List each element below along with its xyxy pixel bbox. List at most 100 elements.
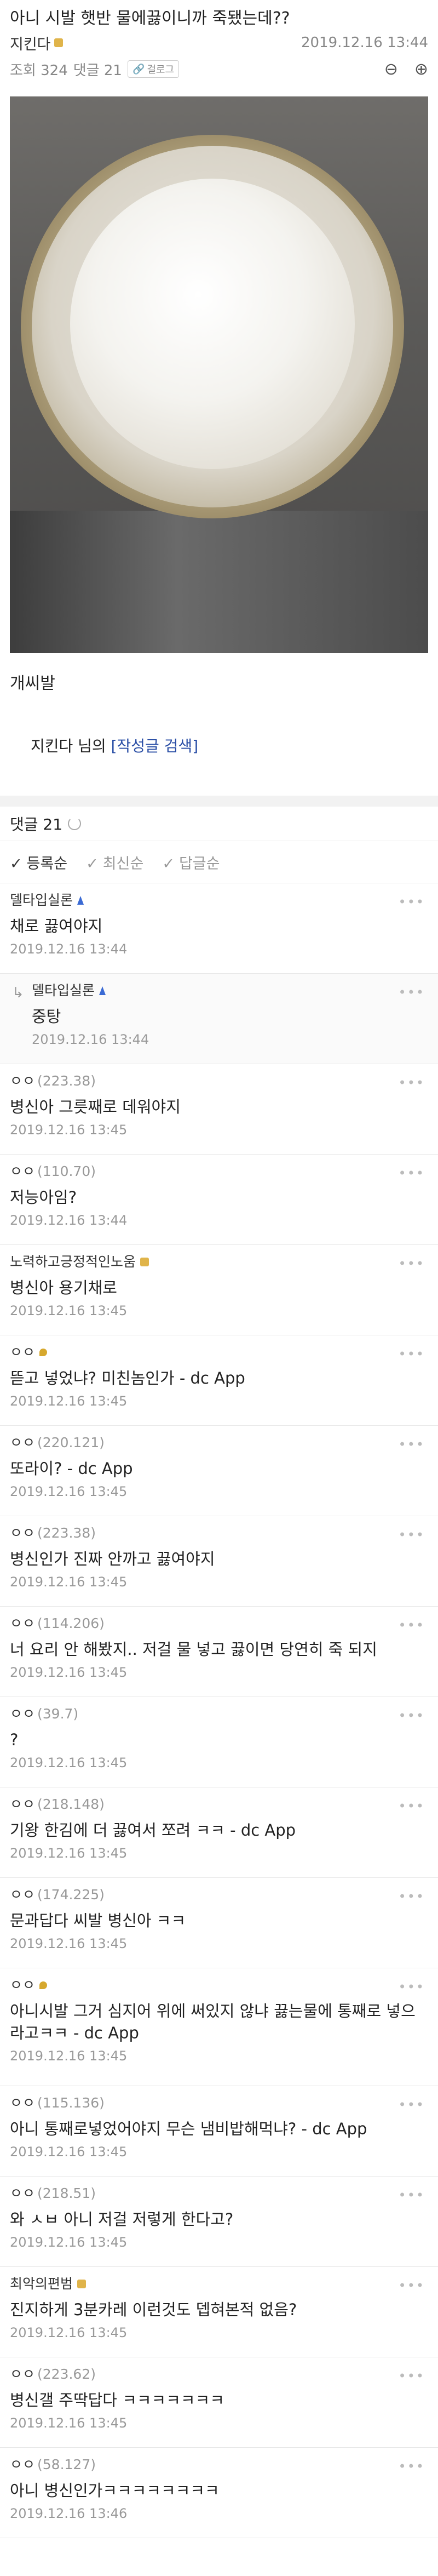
more-icon[interactable]: ••• <box>399 1979 425 1995</box>
divider <box>0 796 438 807</box>
comment-author[interactable]: 델타입실론 <box>10 883 428 910</box>
comment-item: 최악의편범 진지하게 3분카레 이런것도 뎁혀본적 없음? 2019.12.16… <box>0 2267 438 2357</box>
comment-header: 댓글 21 <box>0 807 438 841</box>
sort-newest-label: 최신순 <box>102 855 144 872</box>
comment-text: 아니 병신인가ㅋㅋㅋㅋㅋㅋㅋㅋ <box>10 2481 220 2500</box>
more-icon[interactable]: ••• <box>399 894 425 910</box>
user-badge-icon <box>99 986 106 995</box>
more-icon[interactable]: ••• <box>399 2097 425 2112</box>
comment-author[interactable]: ㅇㅇ (223.38) <box>10 1516 428 1543</box>
comment-author-name[interactable]: ㅇㅇ <box>10 2365 35 2384</box>
comment-author[interactable]: 최악의편범 <box>10 2267 428 2293</box>
comment-item: 델타입실론 채로 끓여야지 2019.12.16 13:44 ••• <box>0 883 438 974</box>
user-badge-icon <box>39 1349 48 1356</box>
comment-author[interactable]: ㅇㅇ (114.206) <box>10 1607 428 1633</box>
comment-author[interactable]: ㅇㅇ <box>10 1335 428 1362</box>
comment-author-ip: (218.51) <box>37 2185 96 2201</box>
comment-time: 2019.12.16 13:46 <box>10 2506 128 2521</box>
comment-author-name[interactable]: 델타입실론 <box>10 891 73 910</box>
comment-item: ㅇㅇ (115.136) 아니 통째로넣었어야지 무슨 냄비밥해먹냐? - dc… <box>0 2086 438 2177</box>
comment-author-ip: (58.127) <box>37 2457 96 2472</box>
check-icon: ✓ <box>10 855 22 872</box>
comment-item: ㅇㅇ (223.38) 병신인가 진짜 안까고 끓여야지 2019.12.16 … <box>0 1516 438 1607</box>
more-icon[interactable]: ••• <box>399 1527 425 1543</box>
check-icon: ✓ <box>162 855 175 872</box>
comment-author-name[interactable]: ㅇㅇ <box>10 1614 35 1633</box>
comment-author-name[interactable]: ㅇㅇ <box>10 2094 35 2112</box>
more-icon[interactable]: ••• <box>399 2459 425 2474</box>
comment-time: 2019.12.16 13:44 <box>10 1213 128 1228</box>
comment-author[interactable]: ㅇㅇ (174.225) <box>10 1878 428 1904</box>
comment-author-name[interactable]: 최악의편범 <box>10 2275 73 2293</box>
comment-author-ip: (223.38) <box>37 1073 96 1089</box>
post-author[interactable]: 지킨다 <box>10 32 63 54</box>
author-name[interactable]: 지킨다 <box>10 32 51 54</box>
comment-author-name[interactable]: 델타입실론 <box>32 981 95 1000</box>
more-icon[interactable]: ••• <box>399 1256 425 1271</box>
comment-author[interactable]: 노력하고긍정적인노움 <box>10 1245 428 1271</box>
comment-author-name[interactable]: ㅇㅇ <box>10 1343 35 1362</box>
more-icon[interactable]: ••• <box>399 1618 425 1633</box>
post-image <box>10 96 428 653</box>
comment-item: ㅇㅇ (58.127) 아니 병신인가ㅋㅋㅋㅋㅋㅋㅋㅋ 2019.12.16 1… <box>0 2448 438 2538</box>
comment-item: ㅇㅇ (223.38) 병신아 그릇째로 데워야지 2019.12.16 13:… <box>0 1064 438 1155</box>
comment-author-name[interactable]: ㅇㅇ <box>10 1976 35 1995</box>
comment-author[interactable]: 델타입실론 <box>32 974 428 1000</box>
comment-text: 아니시발 그거 심지어 위에 써있지 않냐 끓는물에 통째로 넣으라고ㅋㅋ - … <box>10 2002 416 2042</box>
refresh-icon[interactable] <box>68 817 82 830</box>
author-search-link[interactable]: [작성글 검색] <box>111 737 199 755</box>
comment-author[interactable]: ㅇㅇ (220.121) <box>10 1426 428 1452</box>
comment-author[interactable]: ㅇㅇ (218.51) <box>10 2177 428 2203</box>
comment-author-name[interactable]: ㅇㅇ <box>10 1433 35 1452</box>
comment-author-name[interactable]: ㅇㅇ <box>10 1072 35 1090</box>
zoom-in-icon[interactable]: ⊕ <box>414 60 428 79</box>
comment-author[interactable]: ㅇㅇ <box>10 1968 428 1995</box>
comment-author-name[interactable]: ㅇㅇ <box>10 1795 35 1814</box>
comment-author-ip: (223.38) <box>37 1525 96 1541</box>
more-icon[interactable]: ••• <box>399 2187 425 2203</box>
comment-text: 너 요리 안 해봤지.. 저걸 물 넣고 끓이면 당연히 죽 되지 <box>10 1640 377 1659</box>
comment-author[interactable]: ㅇㅇ (218.148) <box>10 1787 428 1814</box>
more-icon[interactable]: ••• <box>399 1798 425 1814</box>
comment-time: 2019.12.16 13:44 <box>32 1032 149 1047</box>
more-icon[interactable]: ••• <box>399 1166 425 1181</box>
more-icon[interactable]: ••• <box>399 985 425 1000</box>
comment-author[interactable]: ㅇㅇ (223.38) <box>10 1064 428 1090</box>
more-icon[interactable]: ••• <box>399 2278 425 2293</box>
more-icon[interactable]: ••• <box>399 2368 425 2384</box>
comment-author-name[interactable]: ㅇㅇ <box>10 1886 35 1904</box>
comment-author-name[interactable]: ㅇㅇ <box>10 1524 35 1543</box>
comment-author-name[interactable]: ㅇㅇ <box>10 2455 35 2474</box>
comment-author[interactable]: ㅇㅇ (39.7) <box>10 1697 428 1723</box>
post-title: 아니 시발 햇반 물에끓이니까 죽됐는데?? <box>10 9 290 28</box>
tag-button[interactable]: 🔗 걸로그 <box>127 60 180 78</box>
comment-text: 진지하게 3분카레 이런것도 뎁혀본적 없음? <box>10 2300 297 2319</box>
sort-oldest[interactable]: ✓ 등록순 <box>10 852 67 873</box>
comment-time: 2019.12.16 13:45 <box>10 2415 128 2431</box>
more-icon[interactable]: ••• <box>399 1075 425 1090</box>
comment-author[interactable]: ㅇㅇ (58.127) <box>10 2448 428 2474</box>
comment-author[interactable]: ㅇㅇ (110.70) <box>10 1155 428 1181</box>
comment-author-name[interactable]: ㅇㅇ <box>10 2184 35 2203</box>
comment-time: 2019.12.16 13:45 <box>10 1303 128 1318</box>
post-date: 2019.12.16 13:44 <box>301 35 428 51</box>
sort-newest[interactable]: ✓ 최신순 <box>86 852 143 873</box>
more-icon[interactable]: ••• <box>399 1889 425 1904</box>
zoom-out-icon[interactable]: ⊖ <box>384 60 398 79</box>
comment-author[interactable]: ㅇㅇ (115.136) <box>10 2086 428 2112</box>
more-icon[interactable]: ••• <box>399 1346 425 1362</box>
comment-author-name[interactable]: ㅇㅇ <box>10 1162 35 1181</box>
user-badge-icon <box>77 2280 87 2288</box>
comment-author-name[interactable]: ㅇㅇ <box>10 1705 35 1723</box>
comment-author-ip: (110.70) <box>37 1163 96 1179</box>
sort-replies[interactable]: ✓ 답글순 <box>162 852 220 873</box>
comment-text: 문과답다 씨발 병신아 ㅋㅋ <box>10 1911 186 1930</box>
post-header: 아니 시발 햇반 물에끓이니까 죽됐는데?? 지킨다 2019.12.16 13… <box>0 0 438 83</box>
more-icon[interactable]: ••• <box>399 1437 425 1452</box>
more-icon[interactable]: ••• <box>399 1708 425 1723</box>
comment-author-name[interactable]: 노력하고긍정적인노움 <box>10 1253 136 1271</box>
comment-author[interactable]: ㅇㅇ (223.62) <box>10 2357 428 2384</box>
comment-time: 2019.12.16 13:45 <box>10 1665 128 1680</box>
comment-item: ㅇㅇ (218.51) 와 ㅅㅂ 아니 저걸 저렇게 한다고? 2019.12.… <box>0 2177 438 2267</box>
user-badge-icon <box>39 1981 48 1989</box>
